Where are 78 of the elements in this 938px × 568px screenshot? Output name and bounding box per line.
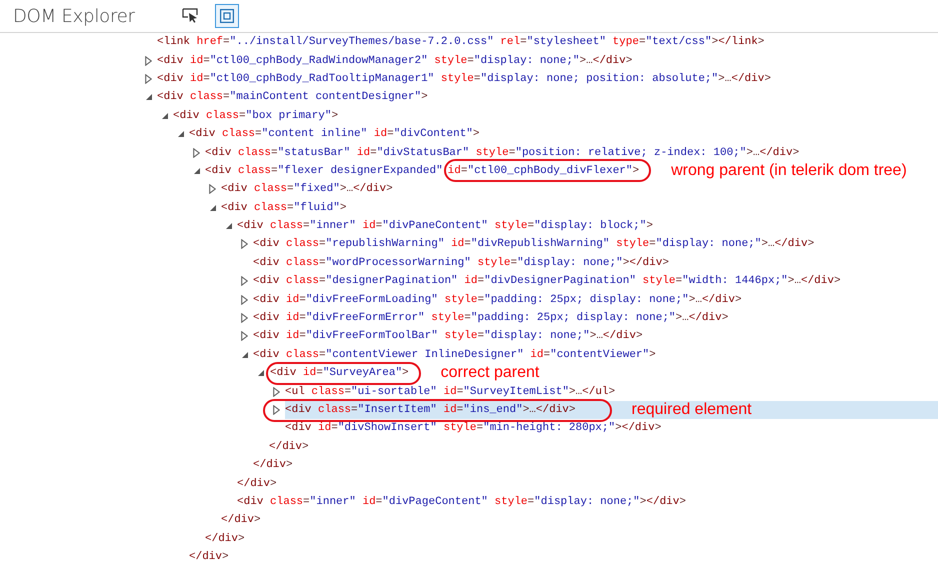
tree-row[interactable]: <div class="wordProcessorWarning" style="display: none;"></div> <box>0 254 938 272</box>
dom-node-line[interactable]: <div class="fixed">…</div> <box>221 183 393 196</box>
tree-row[interactable]: <div class="designerPagination" id="divDesignerPagination" style="width: 1446px;">…</div> <box>0 272 938 290</box>
dom-node-line[interactable]: <div class="inner" id="divPaneContent" style="display: block;"> <box>237 220 653 232</box>
dom-node-line[interactable]: <div class="fluid"> <box>221 202 346 214</box>
tree-row[interactable]: <link href="../install/SurveyThemes/base-7.2.0.css" rel="stylesheet" type="text/css"></link> <box>0 33 938 52</box>
caret-down-icon[interactable] <box>145 93 153 102</box>
dom-node-line[interactable]: <div class="inner" id="divPageContent" style="display: none;"></div> <box>237 496 686 508</box>
caret-right-icon[interactable] <box>193 148 200 158</box>
dom-node-line[interactable]: <div class="designerPagination" id="divDesignerPagination" style="width: 1446px;">…</div> <box>253 275 841 288</box>
dom-node-line[interactable]: <link href="../install/SurveyThemes/base-7.2.0.css" rel="stylesheet" type="text/css"></link> <box>157 36 764 48</box>
tree-row[interactable]: <div class="fluid"> <box>0 198 938 217</box>
caret-down-icon[interactable] <box>193 166 201 175</box>
highlight-button[interactable] <box>215 4 239 28</box>
tree-row[interactable]: <div id="divFreeFormError" style="padding: 25px; display: none;">…</div> <box>0 308 938 328</box>
caret-right-icon[interactable] <box>241 313 248 324</box>
dom-node-line[interactable]: <div id="divShowInsert" style="min-height: 280px;"></div> <box>285 422 662 434</box>
caret-right-icon[interactable] <box>241 276 248 286</box>
caret-right-icon[interactable] <box>273 386 280 397</box>
caret-right-icon[interactable] <box>209 184 216 194</box>
dom-node-line[interactable]: <div class="box primary"> <box>173 110 338 122</box>
tree-row[interactable]: <div class="inner" id="divPageContent" style="display: none;"></div> <box>0 492 938 512</box>
tree-row[interactable]: <div class="flexer designerExpanded" id="ctl00_cphBody_divFlexer"> wrong parent (in telerik dom tree) <box>0 162 938 180</box>
dom-node-line[interactable]: <div class="flexer designerExpanded" <box>205 164 443 177</box>
caret-down-icon[interactable] <box>257 369 265 378</box>
tree-row[interactable]: <ul class="ui-sortable" id="SurveyItemList">…</ul> <box>0 382 938 401</box>
caret-down-icon[interactable] <box>225 222 233 230</box>
tree-row[interactable]: <div id="divShowInsert" style="min-height: 280px;"></div> <box>0 419 938 438</box>
tree-row[interactable]: <div id="ctl00_cphBody_RadWindowManager2" style="display: none;">…</div> <box>0 51 938 70</box>
dom-node-line[interactable]: <div class="statusBar" id="divStatusBar" style="position: relative; z-index: 100;">…</div> <box>205 146 800 159</box>
dom-node-line[interactable]: </div> <box>189 551 229 564</box>
dom-node-line[interactable]: <div id="ctl00_cphBody_RadWindowManager2" style="display: none;">…</div> <box>157 54 632 67</box>
tree-row[interactable]: <div class="republishWarning" id="divRepublishWarning" style="display: none;">…</div> <box>0 235 938 254</box>
dom-node-line[interactable]: <div id="divFreeFormToolBar" style="display: none;">…</div> <box>253 330 643 342</box>
caret-down-icon[interactable] <box>241 350 249 359</box>
dom-node-line[interactable]: </div> <box>237 478 277 490</box>
caret-right-icon[interactable] <box>241 294 248 305</box>
nested-square-icon <box>220 9 234 23</box>
dom-node-line[interactable]: <div class="contentViewer InlineDesigner" id="contentViewer"> <box>253 348 656 361</box>
annotation-label: correct parent <box>440 364 540 382</box>
pointer-icon <box>182 8 200 24</box>
tree-row[interactable]: <div id="divFreeFormLoading" style="padding: 25px; display: none;">…</div> <box>0 290 938 309</box>
tree-row[interactable]: <div id="SurveyArea"> correct parent <box>0 364 938 382</box>
dom-node-line[interactable]: <div class="republishWarning" id="divRepublishWarning" style="display: none;">…</div> <box>253 238 814 250</box>
panel-title: DOM Explorer <box>13 6 136 26</box>
dom-node-line[interactable]: <div id="SurveyArea"> <box>270 367 409 380</box>
tree-row[interactable]: <div id="divFreeFormToolBar" style="display: none;">…</div> <box>0 327 938 346</box>
dom-node-line[interactable]: <div class="InsertItem" id="ins_end">…</div> <box>285 404 576 416</box>
caret-down-icon[interactable] <box>177 130 185 138</box>
annotation-label: wrong parent (in telerik dom tree) <box>671 162 907 180</box>
caret-right-icon[interactable] <box>273 405 280 416</box>
annotation-label: required element <box>632 401 752 419</box>
dom-node-line[interactable]: </div> <box>221 514 261 526</box>
caret-down-icon[interactable] <box>161 112 169 120</box>
dom-node-line[interactable]: <div class="wordProcessorWarning" style="display: none;"></div> <box>253 256 669 269</box>
caret-right-icon[interactable] <box>145 74 152 84</box>
dom-node-line[interactable]: </div> <box>205 532 245 545</box>
dom-node-line[interactable]: </div> <box>269 440 309 453</box>
dom-node-line[interactable]: <div id="divFreeFormError" style="padding: 25px; display: none;">…</div> <box>253 312 728 324</box>
dom-node-line[interactable]: <div id="ctl00_cphBody_RadTooltipManager1" style="display: none; position: absolute;">…</div> <box>157 72 771 85</box>
tree-row[interactable]: <div class="content inline" id="divContent"> <box>0 124 938 144</box>
tree-row[interactable]: <div class="fixed">…</div> <box>0 180 938 199</box>
tree-row[interactable]: <div class="mainContent contentDesigner"> <box>0 88 938 107</box>
tree-row[interactable]: <div class="inner" id="divPaneContent" style="display: block;"> <box>0 216 938 236</box>
caret-right-icon[interactable] <box>241 331 248 342</box>
dom-node-line[interactable]: <div id="divFreeFormLoading" style="padding: 25px; display: none;">…</div> <box>253 294 742 306</box>
caret-down-icon[interactable] <box>209 204 217 212</box>
dom-node-line[interactable]: <ul class="ui-sortable" id="SurveyItemList">…</ul> <box>285 386 616 398</box>
tree-row[interactable]: <div class="box primary"> <box>0 106 938 125</box>
dom-node-line[interactable]: </div> <box>253 459 293 472</box>
dom-node-line[interactable]: <div class="content inline" id="divContent"> <box>189 128 480 140</box>
tree-row[interactable]: <div class="statusBar" id="divStatusBar" style="position: relative; z-index: 100;">…</div> <box>0 143 938 162</box>
tree-row[interactable]: <div class="contentViewer InlineDesigner" id="contentViewer"> <box>0 346 938 364</box>
caret-right-icon[interactable] <box>145 56 152 66</box>
dom-node-line[interactable]: id="ctl00_cphBody_divFlexer"> <box>448 164 640 177</box>
tree-row[interactable]: <div id="ctl00_cphBody_RadTooltipManager1" style="display: none; position: absolute;">…</div> <box>0 70 938 88</box>
dom-node-line[interactable]: <div class="mainContent contentDesigner"> <box>157 91 428 104</box>
caret-right-icon[interactable] <box>241 239 248 250</box>
